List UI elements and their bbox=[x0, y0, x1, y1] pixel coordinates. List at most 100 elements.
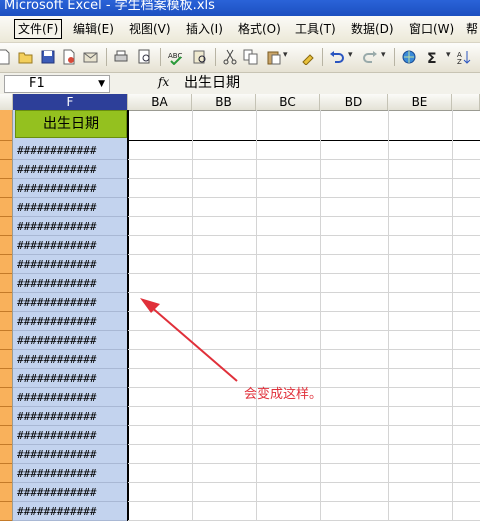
insert-function-icon[interactable]: fx bbox=[158, 75, 169, 89]
gridline bbox=[128, 159, 480, 160]
cell-overflow[interactable]: ############ bbox=[17, 331, 127, 350]
menu-file[interactable]: 文件(F) bbox=[14, 19, 63, 39]
column-border bbox=[127, 110, 129, 521]
row-divider bbox=[0, 273, 12, 274]
standard-toolbar: ABC ▾ ▾ ▾ Σ ▾ AZ bbox=[0, 43, 480, 73]
gridline bbox=[452, 110, 453, 521]
column-header-be[interactable]: BE bbox=[388, 94, 452, 110]
gridline bbox=[128, 482, 480, 483]
cell-overflow[interactable]: ############ bbox=[17, 255, 127, 274]
menu-edit[interactable]: 编辑(E) bbox=[71, 20, 116, 38]
gridline bbox=[388, 110, 389, 521]
cell-overflow[interactable]: ############ bbox=[17, 179, 127, 198]
cell-overflow[interactable]: ############ bbox=[17, 350, 127, 369]
gridline bbox=[128, 501, 480, 502]
new-icon[interactable] bbox=[0, 49, 12, 65]
copy-icon[interactable] bbox=[243, 49, 259, 65]
svg-text:Σ: Σ bbox=[427, 51, 437, 65]
sort-ascending-icon[interactable]: AZ bbox=[456, 49, 472, 65]
cell-overflow[interactable]: ############ bbox=[17, 464, 127, 483]
cell-overflow[interactable]: ############ bbox=[17, 274, 127, 293]
print-icon[interactable] bbox=[113, 49, 129, 65]
select-all-corner[interactable] bbox=[0, 94, 13, 110]
name-box-value: F1 bbox=[29, 76, 45, 91]
row-divider bbox=[0, 140, 12, 141]
menu-view[interactable]: 视图(V) bbox=[127, 20, 173, 38]
format-painter-icon[interactable] bbox=[300, 49, 316, 65]
gridline bbox=[128, 178, 480, 179]
row-divider bbox=[0, 197, 12, 198]
column-header-bb[interactable]: BB bbox=[192, 94, 256, 110]
gridline bbox=[128, 425, 480, 426]
gridline bbox=[128, 292, 480, 293]
gridline bbox=[128, 216, 480, 217]
selected-column-f[interactable]: 出生日期 ############ ############ ###########… bbox=[13, 110, 128, 521]
row-divider bbox=[0, 482, 12, 483]
gridline bbox=[128, 349, 480, 350]
row-headers[interactable] bbox=[0, 110, 13, 521]
gridline bbox=[320, 110, 321, 521]
cell-f1[interactable]: 出生日期 bbox=[15, 110, 127, 138]
menu-help[interactable]: 帮 bbox=[464, 20, 480, 38]
research-icon[interactable] bbox=[192, 49, 208, 65]
cell-overflow[interactable]: ############ bbox=[17, 236, 127, 255]
column-header-bc[interactable]: BC bbox=[256, 94, 320, 110]
cut-icon[interactable] bbox=[222, 49, 238, 65]
cell-overflow[interactable]: ############ bbox=[17, 502, 127, 521]
column-header-bd[interactable]: BD bbox=[320, 94, 388, 110]
undo-icon[interactable] bbox=[329, 49, 345, 65]
spelling-icon[interactable]: ABC bbox=[168, 49, 184, 65]
cell-overflow[interactable]: ############ bbox=[17, 445, 127, 464]
cell-overflow[interactable]: ############ bbox=[17, 312, 127, 331]
print-preview-icon[interactable] bbox=[137, 49, 153, 65]
title-bar: Microsoft Excel - 学生档案模板.xls bbox=[0, 0, 480, 16]
autosum-icon[interactable]: Σ bbox=[425, 49, 441, 65]
chevron-down-icon[interactable]: ▼ bbox=[98, 76, 105, 92]
menu-tools[interactable]: 工具(T) bbox=[293, 20, 338, 38]
cell-overflow[interactable]: ############ bbox=[17, 407, 127, 426]
menu-insert[interactable]: 插入(I) bbox=[184, 20, 225, 38]
column-header-f[interactable]: F bbox=[13, 94, 128, 110]
gridline bbox=[128, 406, 480, 407]
gridline bbox=[128, 235, 480, 236]
column-header-next[interactable] bbox=[452, 94, 480, 110]
permission-icon[interactable] bbox=[61, 49, 77, 65]
row-divider bbox=[0, 349, 12, 350]
cell-overflow[interactable]: ############ bbox=[17, 293, 127, 312]
menu-data[interactable]: 数据(D) bbox=[349, 20, 396, 38]
save-icon[interactable] bbox=[40, 49, 56, 65]
cell-overflow[interactable]: ############ bbox=[17, 160, 127, 179]
row-divider bbox=[0, 463, 12, 464]
name-box[interactable]: F1 ▼ bbox=[4, 75, 110, 93]
gridline bbox=[192, 110, 193, 521]
row-divider bbox=[0, 368, 12, 369]
hyperlink-icon[interactable] bbox=[401, 49, 417, 65]
gridline bbox=[128, 311, 480, 312]
cell-overflow[interactable]: ############ bbox=[17, 426, 127, 445]
gridline bbox=[128, 444, 480, 445]
row-divider bbox=[0, 387, 12, 388]
menu-format[interactable]: 格式(O) bbox=[236, 20, 283, 38]
formula-input[interactable]: 出生日期 bbox=[184, 73, 240, 93]
gridline bbox=[128, 273, 480, 274]
cell-overflow[interactable]: ############ bbox=[17, 369, 127, 388]
redo-icon[interactable] bbox=[362, 49, 378, 65]
cell-overflow[interactable]: ############ bbox=[17, 217, 127, 236]
svg-text:Z: Z bbox=[457, 58, 462, 65]
annotation-text: 会变成这样。 bbox=[244, 387, 323, 402]
cell-overflow[interactable]: ############ bbox=[17, 198, 127, 217]
cell-overflow[interactable]: ############ bbox=[17, 141, 127, 160]
menu-window[interactable]: 窗口(W) bbox=[407, 20, 456, 38]
row-divider bbox=[0, 311, 12, 312]
column-header-ba[interactable]: BA bbox=[128, 94, 192, 110]
open-icon[interactable] bbox=[18, 49, 34, 65]
email-icon[interactable] bbox=[83, 49, 99, 65]
row-border bbox=[128, 140, 480, 141]
row-divider bbox=[0, 425, 12, 426]
row-divider bbox=[0, 159, 12, 160]
cell-overflow[interactable]: ############ bbox=[17, 483, 127, 502]
worksheet-grid[interactable]: 出生日期 ############ ############ ###########… bbox=[13, 110, 480, 521]
gridline bbox=[128, 463, 480, 464]
paste-icon[interactable] bbox=[266, 49, 282, 65]
cell-overflow[interactable]: ############ bbox=[17, 388, 127, 407]
